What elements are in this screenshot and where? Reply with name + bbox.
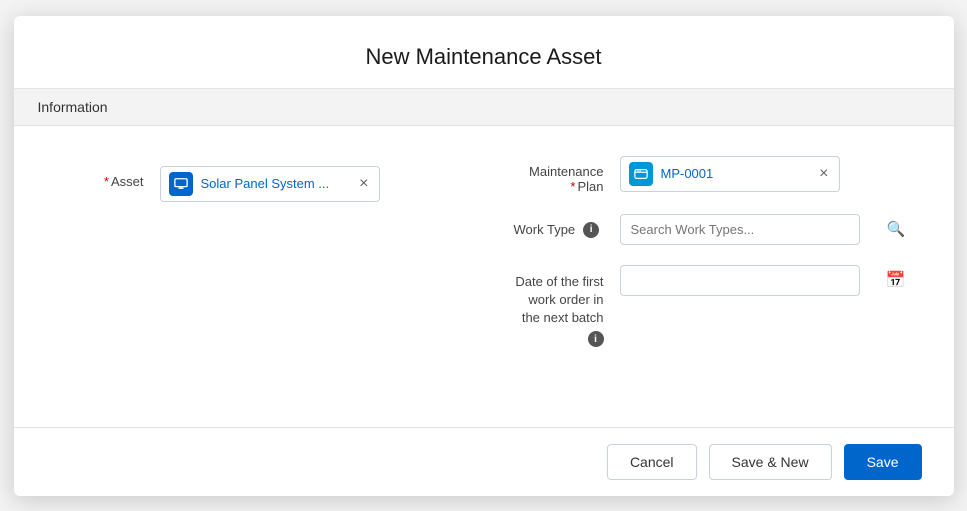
asset-field-row: *Asset Solar Panel System ... xyxy=(54,166,454,202)
work-type-search-wrap: 🔍 xyxy=(620,214,914,245)
work-type-search-input[interactable] xyxy=(620,214,860,245)
asset-icon xyxy=(174,177,188,191)
form-body: *Asset Solar Panel System ... xyxy=(14,126,954,427)
asset-field-value: Solar Panel System ... × xyxy=(160,166,454,202)
asset-lookup-pill[interactable]: Solar Panel System ... × xyxy=(160,166,380,202)
work-type-row: Work Type i 🔍 xyxy=(514,214,914,245)
date-input-wrap: 📅 xyxy=(620,265,914,296)
maintenance-plan-lookup-pill[interactable]: MP-0001 × xyxy=(620,156,840,192)
asset-row: *Asset Solar Panel System ... xyxy=(54,156,454,407)
date-label: Date of the first work order in the next… xyxy=(515,265,603,328)
modal-dialog: New Maintenance Asset Information *Asset xyxy=(14,16,954,496)
date-row: Date of the first work order in the next… xyxy=(514,265,914,348)
maintenance-plan-required-star: * xyxy=(570,179,575,194)
asset-required-star: * xyxy=(104,174,109,189)
maintenance-plan-clear-button[interactable]: × xyxy=(817,166,830,182)
save-button[interactable]: Save xyxy=(844,444,922,480)
section-label: Information xyxy=(14,89,954,126)
modal-footer: Cancel Save & New Save xyxy=(14,427,954,496)
maintenance-plan-field-value: MP-0001 × xyxy=(620,156,914,192)
date-input[interactable] xyxy=(620,265,860,296)
date-info-row: i xyxy=(584,331,604,347)
work-type-label: Work Type i xyxy=(514,214,604,238)
save-new-button[interactable]: Save & New xyxy=(709,444,832,480)
maintenance-plan-pill-text: MP-0001 xyxy=(661,166,810,181)
right-col: Maintenance *Plan xyxy=(514,156,914,407)
asset-pill-text: Solar Panel System ... xyxy=(201,176,350,191)
date-info-icon[interactable]: i xyxy=(588,331,604,347)
modal-title: New Maintenance Asset xyxy=(14,16,954,89)
asset-label: *Asset xyxy=(54,166,144,189)
work-type-info-icon[interactable]: i xyxy=(583,222,599,238)
asset-pill-icon xyxy=(169,172,193,196)
date-field-value: 📅 xyxy=(620,265,914,296)
calendar-icon[interactable]: 📅 xyxy=(886,270,906,290)
maintenance-plan-label: Maintenance *Plan xyxy=(514,156,604,194)
maintenance-plan-row: Maintenance *Plan xyxy=(514,156,914,194)
cancel-button[interactable]: Cancel xyxy=(607,444,697,480)
date-label-wrap: Date of the first work order in the next… xyxy=(514,265,604,348)
asset-clear-button[interactable]: × xyxy=(357,176,370,192)
maintenance-plan-icon xyxy=(634,167,648,181)
work-type-search-icon: 🔍 xyxy=(887,220,906,238)
work-type-field-value: 🔍 xyxy=(620,214,914,245)
maintenance-plan-pill-icon xyxy=(629,162,653,186)
